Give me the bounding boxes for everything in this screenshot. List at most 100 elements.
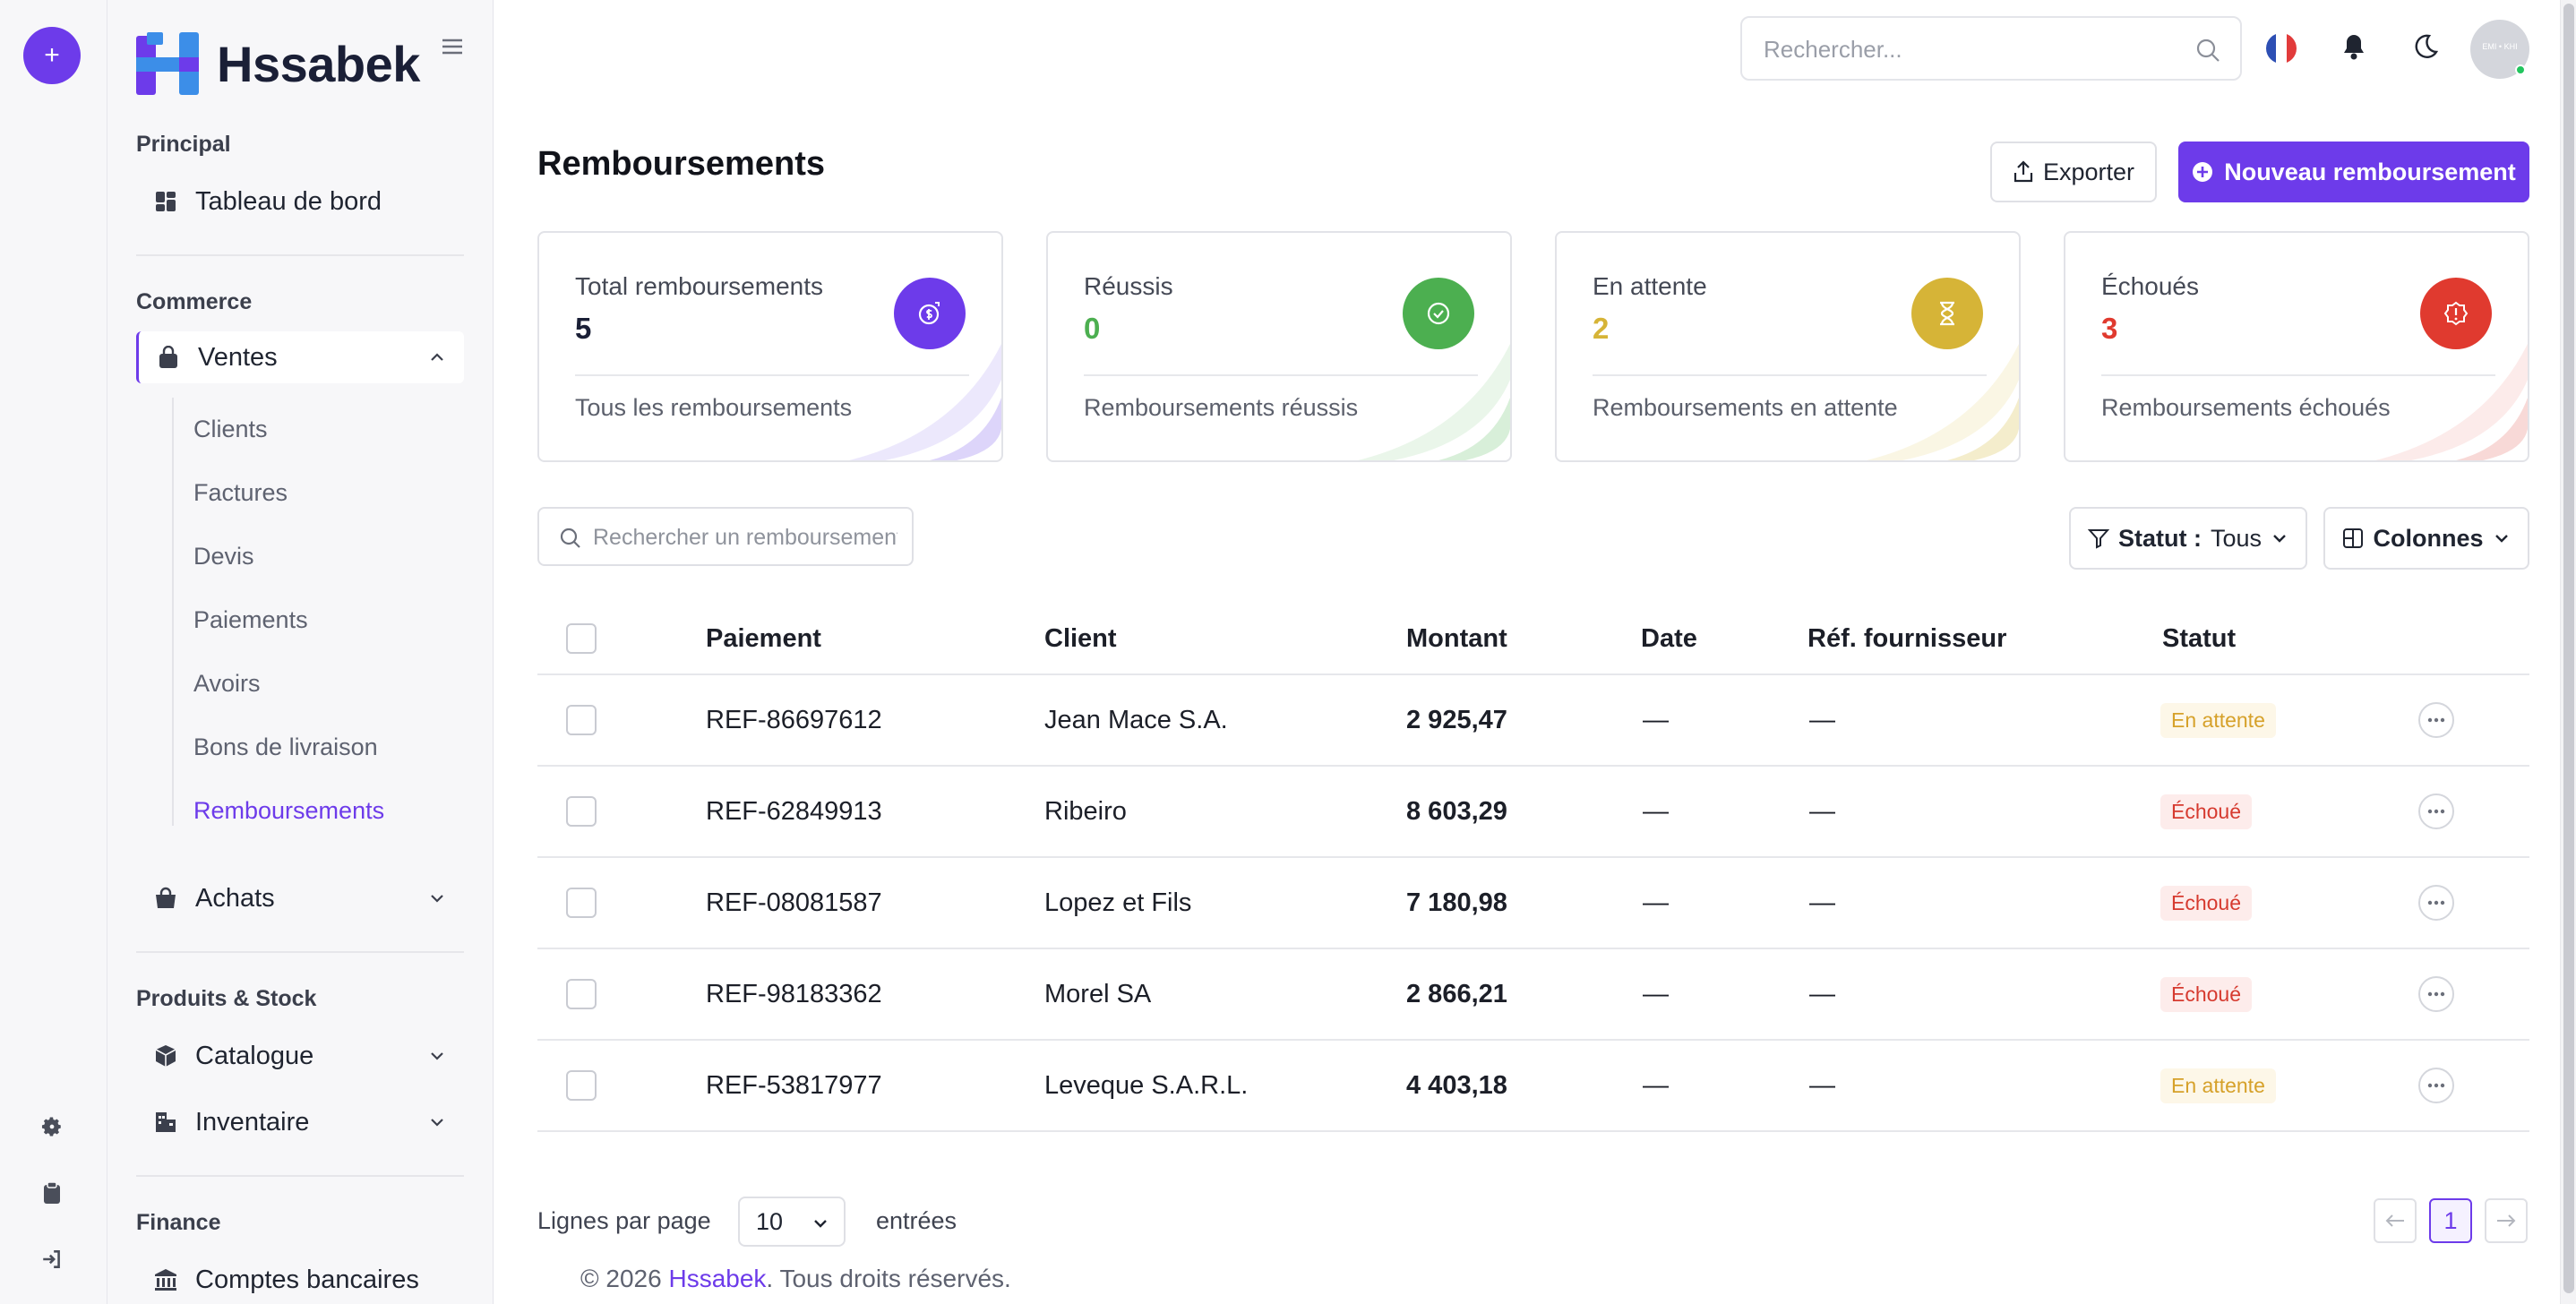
online-status-dot: [2515, 64, 2526, 75]
more-options-icon[interactable]: [2418, 794, 2454, 829]
new-refund-button[interactable]: Nouveau remboursement: [2178, 142, 2529, 202]
stat-label: En attente: [1593, 272, 1707, 300]
chevron-down-icon: [2271, 529, 2288, 547]
card-decoration: [849, 344, 1001, 460]
stat-card-success: Réussis 0 Remboursements réussis: [1046, 231, 1512, 462]
table-row[interactable]: REF-98183362 Morel SA 2 866,21 — — Échoué: [537, 949, 2529, 1041]
refund-search-input[interactable]: Rechercher un remboursement: [537, 507, 914, 566]
checkbox-box[interactable]: [566, 705, 597, 735]
row-checkbox[interactable]: [566, 1041, 597, 1130]
date-cell: —: [1643, 767, 1669, 856]
date-cell-text: —: [1643, 979, 1669, 1008]
brand-logo[interactable]: Hssabek: [134, 30, 420, 97]
quick-add-button[interactable]: +: [23, 27, 81, 84]
sidebar-item-achats[interactable]: Achats: [136, 872, 464, 924]
table-row[interactable]: REF-08081587 Lopez et Fils 7 180,98 — — Échou…: [537, 858, 2529, 949]
chevron-down-icon: [428, 1047, 446, 1065]
global-search-input[interactable]: Rechercher...: [1740, 16, 2242, 81]
row-actions[interactable]: [2418, 858, 2454, 948]
checkbox-box[interactable]: [566, 979, 597, 1009]
payment-ref-cell[interactable]: REF-86697612: [706, 675, 882, 765]
menu-toggle-icon[interactable]: [441, 38, 464, 56]
export-button[interactable]: Exporter: [1990, 142, 2157, 202]
row-checkbox[interactable]: [566, 858, 597, 948]
sidebar-sub-factures[interactable]: Factures: [193, 479, 288, 507]
columns-dropdown[interactable]: Colonnes: [2323, 507, 2529, 570]
sidebar-item-label: Ventes: [198, 342, 278, 372]
hourglass-icon: [1911, 278, 1983, 349]
row-actions[interactable]: [2418, 949, 2454, 1039]
sidebar-item-inventaire[interactable]: Inventaire: [136, 1096, 464, 1148]
scrollbar-thumb[interactable]: [2563, 4, 2574, 1293]
page-scrollbar[interactable]: [2560, 0, 2576, 1304]
dark-mode-moon-icon[interactable]: [2411, 32, 2440, 61]
date-cell-text: —: [1643, 1070, 1669, 1100]
stat-card-failed: Échoués 3 Remboursements échoués: [2064, 231, 2529, 462]
column-header-status[interactable]: Statut: [2162, 604, 2236, 673]
sidebar-sub-devis[interactable]: Devis: [193, 543, 254, 570]
more-options-icon[interactable]: [2418, 702, 2454, 738]
previous-page-button[interactable]: [2374, 1198, 2417, 1243]
settings-icon[interactable]: [36, 1111, 68, 1143]
amount-cell: 4 403,18: [1406, 1041, 1507, 1130]
shopping-basket-icon: [154, 887, 177, 910]
supplier-ref-cell: —: [1809, 1041, 1835, 1130]
sidebar-sub-clients[interactable]: Clients: [193, 416, 268, 443]
clipboard-icon[interactable]: [36, 1177, 68, 1209]
status-badge: Échoué: [2160, 767, 2253, 856]
sidebar-divider: [136, 951, 464, 953]
sidebar-item-dashboard[interactable]: Tableau de bord: [136, 176, 464, 227]
table-row[interactable]: REF-86697612 Jean Mace S.A. 2 925,47 — — En a…: [537, 675, 2529, 767]
table-row[interactable]: REF-53817977 Leveque S.A.R.L. 4 403,18 — — En…: [537, 1041, 2529, 1132]
chevron-down-icon: [2493, 529, 2511, 547]
sidebar-item-comptes[interactable]: Comptes bancaires: [136, 1254, 464, 1304]
row-checkbox[interactable]: [566, 767, 597, 856]
section-title-produits: Produits & Stock: [136, 986, 317, 1011]
payment-ref-cell[interactable]: REF-98183362: [706, 949, 882, 1039]
checkbox-box[interactable]: [566, 796, 597, 827]
row-actions[interactable]: [2418, 767, 2454, 856]
page-button-current[interactable]: 1: [2429, 1198, 2472, 1243]
payment-ref-cell[interactable]: REF-62849913: [706, 767, 882, 856]
notifications-bell-icon[interactable]: [2340, 32, 2367, 61]
payment-ref-cell-text: REF-62849913: [706, 796, 882, 826]
sidebar-sub-remboursements[interactable]: Remboursements: [193, 797, 384, 825]
payment-ref-cell[interactable]: REF-53817977: [706, 1041, 882, 1130]
chevron-down-icon: [428, 889, 446, 907]
card-decoration: [2375, 344, 2528, 460]
column-header-payment[interactable]: Paiement: [706, 604, 821, 673]
sidebar-sub-avoirs[interactable]: Avoirs: [193, 670, 261, 698]
rows-per-page-label: Lignes par page: [537, 1207, 711, 1234]
sidebar-item-ventes[interactable]: Ventes: [136, 331, 464, 383]
table-body: REF-86697612 Jean Mace S.A. 2 925,47 — — En a…: [537, 675, 2529, 1132]
select-all-checkbox[interactable]: [566, 604, 597, 673]
checkbox-box[interactable]: [566, 1070, 597, 1101]
date-cell-text: —: [1643, 796, 1669, 826]
row-actions[interactable]: [2418, 675, 2454, 765]
checkbox-box[interactable]: [566, 888, 597, 918]
sidebar-sub-paiements[interactable]: Paiements: [193, 606, 308, 634]
column-header-date[interactable]: Date: [1641, 604, 1697, 673]
next-page-button[interactable]: [2485, 1198, 2528, 1243]
more-options-icon[interactable]: [2418, 885, 2454, 921]
column-header-supplier-ref[interactable]: Réf. fournisseur: [1807, 604, 2006, 673]
column-header-client[interactable]: Client: [1044, 604, 1117, 673]
shopping-bag-icon: [157, 346, 180, 369]
sidebar-item-catalogue[interactable]: Catalogue: [136, 1030, 464, 1082]
language-flag-icon[interactable]: [2266, 33, 2297, 64]
status-filter-dropdown[interactable]: Statut : Tous: [2069, 507, 2307, 570]
copyright-brand-link[interactable]: Hssabek: [668, 1265, 766, 1292]
rows-per-page-select[interactable]: 10: [738, 1197, 846, 1247]
stat-value: 3: [2101, 312, 2118, 345]
sidebar-sub-bons-livraison[interactable]: Bons de livraison: [193, 734, 378, 761]
table-row[interactable]: REF-62849913 Ribeiro 8 603,29 — — Échoué: [537, 767, 2529, 858]
amount-cell: 2 925,47: [1406, 675, 1507, 765]
row-checkbox[interactable]: [566, 675, 597, 765]
row-checkbox[interactable]: [566, 949, 597, 1039]
more-options-icon[interactable]: [2418, 1068, 2454, 1103]
column-header-amount[interactable]: Montant: [1406, 604, 1507, 673]
more-options-icon[interactable]: [2418, 976, 2454, 1012]
logout-icon[interactable]: [36, 1243, 68, 1275]
row-actions[interactable]: [2418, 1041, 2454, 1130]
payment-ref-cell[interactable]: REF-08081587: [706, 858, 882, 948]
